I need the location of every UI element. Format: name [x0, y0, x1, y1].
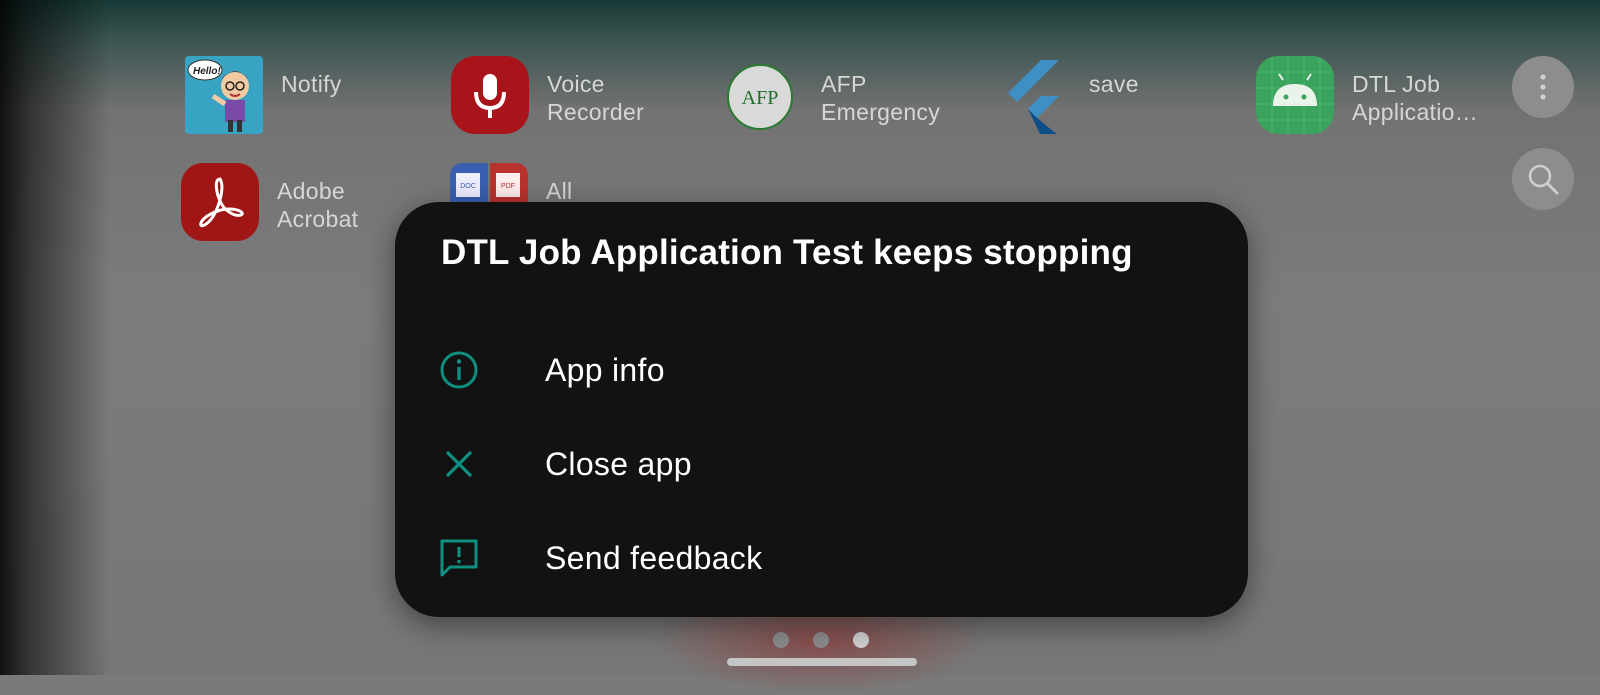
doc-text: DOC — [460, 183, 476, 190]
more-vert-icon — [1540, 74, 1546, 100]
app-label: DTL Job Applicatio… — [1352, 71, 1479, 125]
search-button[interactable] — [1512, 148, 1574, 210]
app-label: AFP Emergency — [821, 71, 941, 125]
send-feedback-label: Send feedback — [545, 540, 763, 576]
app-info-option[interactable]: App info — [395, 328, 1248, 414]
app-info-label: App info — [545, 352, 665, 388]
flutter-logo-icon — [993, 56, 1071, 134]
page-dot[interactable] — [813, 632, 829, 648]
app-crash-dialog: DTL Job Application Test keeps stopping … — [395, 202, 1248, 617]
adobe-acrobat-icon — [181, 163, 259, 241]
more-options-button[interactable] — [1512, 56, 1574, 118]
notify-hello-icon: Hello! — [185, 56, 263, 134]
close-app-label: Close app — [545, 446, 692, 482]
page-dot-active[interactable] — [853, 632, 869, 648]
microphone-icon — [451, 56, 529, 134]
notify-bubble-text: Hello! — [193, 66, 221, 77]
feedback-icon — [440, 539, 478, 577]
app-label: Voice Recorder — [547, 71, 644, 125]
app-label: save — [1089, 71, 1139, 97]
search-icon — [1528, 164, 1559, 195]
close-icon — [445, 450, 473, 478]
android-robot-icon — [1256, 56, 1334, 134]
send-feedback-option[interactable]: Send feedback — [395, 516, 1248, 602]
app-label: All — [546, 178, 573, 204]
dialog-title: DTL Job Application Test keeps stopping — [441, 233, 1133, 272]
page-dot[interactable] — [773, 632, 789, 648]
afp-logo-icon: AFP — [727, 64, 793, 130]
afp-logo-text: AFP — [742, 87, 779, 109]
close-app-option[interactable]: Close app — [395, 422, 1248, 508]
pdf-text: PDF — [501, 183, 515, 190]
app-label: Notify — [281, 71, 342, 97]
info-icon — [440, 351, 478, 389]
navigation-handle[interactable] — [727, 658, 917, 666]
